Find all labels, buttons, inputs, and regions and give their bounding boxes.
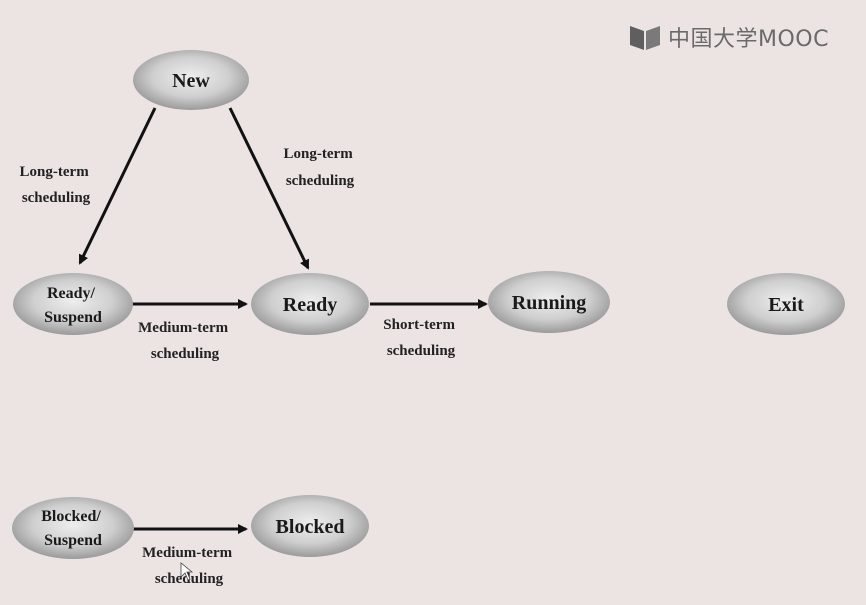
node-ready-label: Ready — [283, 294, 337, 316]
node-running-label: Running — [512, 292, 587, 314]
edge-label-blocked-suspend-to-blocked: Medium-term scheduling — [142, 545, 236, 587]
mooc-watermark: 中国大学MOOC — [628, 22, 829, 52]
mooc-logo-icon — [630, 26, 660, 50]
node-blocked-label: Blocked — [276, 516, 345, 538]
watermark-text: 中国大学MOOC — [668, 27, 829, 52]
node-blocked-suspend: Blocked/ Suspend — [12, 497, 134, 559]
node-new: New — [133, 50, 249, 110]
process-scheduling-diagram: Long-term scheduling Long-term schedulin… — [0, 0, 866, 605]
edge-label-new-to-ready-suspend: Long-term scheduling — [20, 164, 93, 206]
node-blocked: Blocked — [251, 495, 369, 557]
node-exit: Exit — [727, 273, 845, 335]
node-running: Running — [488, 271, 610, 333]
node-exit-label: Exit — [768, 294, 804, 316]
edge-label-new-to-ready: Long-term scheduling — [284, 146, 357, 189]
edge-new-to-ready-suspend — [78, 107, 157, 265]
node-ready: Ready — [251, 273, 369, 335]
edge-label-ready-to-running: Short-term scheduling — [383, 317, 458, 359]
edge-label-ready-suspend-to-ready: Medium-term scheduling — [138, 320, 232, 362]
node-new-label: New — [172, 70, 210, 92]
node-ready-suspend: Ready/ Suspend — [13, 273, 133, 335]
diagram-canvas: Long-term scheduling Long-term schedulin… — [12, 50, 845, 587]
